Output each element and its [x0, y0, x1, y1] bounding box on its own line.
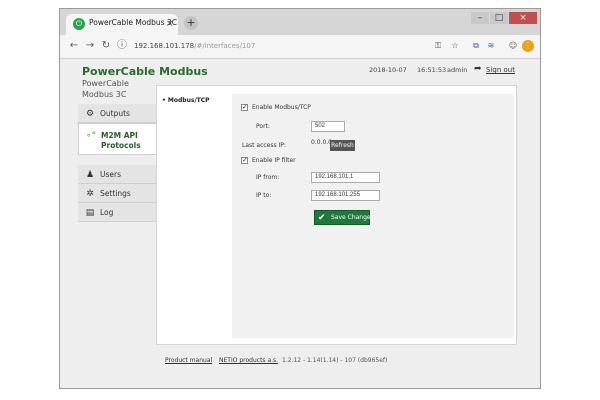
forward-icon[interactable]: →	[84, 40, 96, 52]
tab-close-icon[interactable]: ×	[166, 18, 174, 30]
port-input[interactable]: 502	[311, 121, 345, 132]
url-field[interactable]: 192.168.101.178/#/interfaces/107	[134, 40, 255, 52]
reload-icon[interactable]: ↻	[100, 40, 112, 52]
product-title: PowerCable Modbus	[82, 65, 208, 78]
company-link[interactable]: NETIO products a.s.	[219, 357, 278, 364]
ip-to-input[interactable]: 192.168.101.255	[311, 190, 380, 201]
save-changes-label: Save Changes	[331, 214, 374, 221]
ip-from-input[interactable]: 192.168.101.1	[311, 172, 380, 183]
header-date: 2018-10-07	[369, 66, 407, 74]
tab-title: PowerCable Modbus 3C	[89, 18, 177, 27]
sidebar-item-label: Users	[100, 170, 122, 179]
enable-modbus-label: Enable Modbus/TCP	[252, 104, 311, 111]
check-icon: ✔	[318, 213, 326, 223]
network-icon: ∘°	[86, 131, 97, 141]
save-changes-button[interactable]: ✔ Save Changes	[314, 210, 374, 225]
maximize-button[interactable]: □	[490, 12, 508, 24]
sidebar-item-settings[interactable]: ✲ Settings	[78, 184, 156, 203]
subnav-item-modbus-tcp[interactable]: • Modbus/TCP	[162, 97, 210, 104]
sidebar-item-label: Outputs	[100, 109, 130, 118]
ip-to-label: IP to:	[256, 192, 272, 199]
sign-out-link[interactable]: Sign out	[486, 66, 515, 74]
extension-icon[interactable]: ⧉	[470, 40, 482, 52]
page: PowerCable Modbus PowerCable Modbus 3C 2…	[60, 59, 540, 388]
url-path: /#/interfaces/107	[194, 42, 256, 50]
sidebar-item-users[interactable]: ♟ Users	[78, 165, 156, 184]
enable-ip-filter-label: Enable IP filter	[252, 157, 296, 164]
version-text: 1.2.12 - 1.14(1.14) - 107 (db965ef)	[282, 357, 388, 364]
product-manual-link[interactable]: Product manual	[165, 357, 212, 364]
gear-icon: ✲	[86, 189, 94, 199]
gauge-icon: ⚙	[85, 109, 95, 119]
sidebar-item-outputs[interactable]: ⚙ Outputs	[78, 104, 156, 123]
header-user: admin	[447, 66, 468, 74]
sidebar-item-label: Settings	[100, 189, 131, 198]
extension-icon-2[interactable]: ≋	[485, 40, 497, 52]
refresh-button[interactable]: Refresh	[330, 140, 355, 151]
site-info-icon[interactable]: ⓘ	[116, 40, 128, 52]
browser-window: ⏻ PowerCable Modbus 3C × + – □ × ← → ↻ ⓘ…	[59, 8, 541, 389]
close-window-button[interactable]: ×	[509, 12, 537, 24]
new-tab-button[interactable]: +	[184, 16, 198, 30]
sidebar-item-label: Log	[100, 208, 114, 217]
last-access-label: Last access IP:	[242, 142, 286, 149]
device-name: PowerCable Modbus 3C	[82, 79, 129, 99]
content-panel: • Modbus/TCP ✓ Enable Modbus/TCP Port: 5…	[156, 85, 517, 345]
menu-icon[interactable]: ⋮	[522, 40, 534, 52]
modbus-settings-panel: ✓ Enable Modbus/TCP Port: 502 Last acces…	[232, 94, 514, 338]
power-icon: ⏻	[73, 18, 85, 30]
url-host: 192.168.101.178	[134, 42, 195, 50]
enable-modbus-checkbox[interactable]: ✓	[241, 104, 248, 111]
last-access-value: 0.0.0.0	[311, 139, 332, 146]
sidebar-item-log[interactable]: ▤ Log	[78, 203, 156, 222]
ip-from-label: IP from:	[256, 174, 280, 181]
enable-ip-filter-checkbox[interactable]: ✓	[241, 157, 248, 164]
key-icon[interactable]: ⚿	[432, 40, 444, 52]
browser-titlebar: ⏻ PowerCable Modbus 3C × + – □ ×	[60, 9, 540, 35]
document-icon: ▤	[85, 208, 95, 218]
sign-out-icon[interactable]: ➦	[474, 64, 482, 74]
sidebar-item-label: M2M API Protocols	[101, 131, 141, 150]
user-icon: ♟	[85, 170, 95, 180]
back-icon[interactable]: ←	[68, 40, 80, 52]
port-label: Port:	[256, 123, 270, 130]
address-bar: ← → ↻ ⓘ 192.168.101.178/#/interfaces/107…	[60, 35, 540, 59]
star-icon[interactable]: ☆	[449, 40, 461, 52]
sidebar-item-m2m-api[interactable]: ∘° M2M API Protocols	[78, 123, 157, 155]
browser-tab[interactable]: ⏻ PowerCable Modbus 3C ×	[66, 14, 178, 35]
header-time: 16:51:53	[417, 66, 447, 74]
sidebar: ⚙ Outputs ∘° M2M API Protocols ♟ Users ✲…	[78, 104, 157, 222]
account-icon[interactable]: ☺	[507, 40, 519, 52]
minimize-button[interactable]: –	[471, 12, 489, 24]
